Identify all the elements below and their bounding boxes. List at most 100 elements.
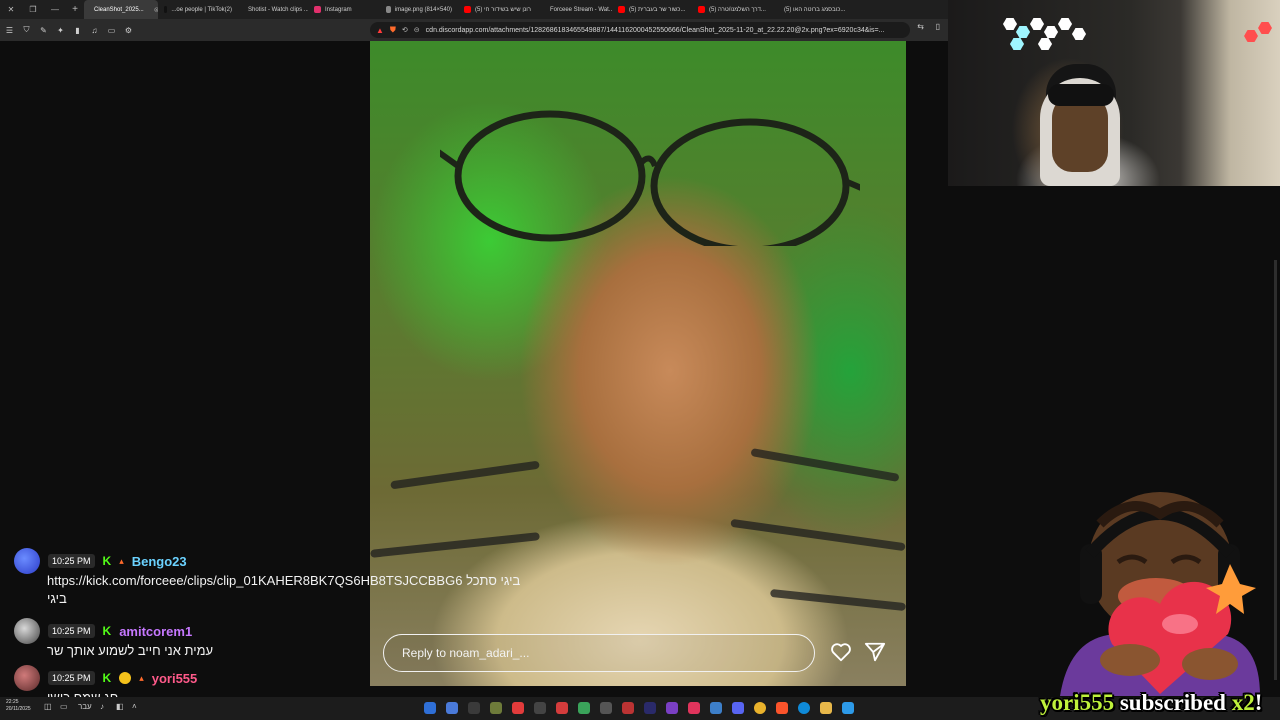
share-icon[interactable]: ⇆ <box>917 22 924 31</box>
glasses-graphic <box>440 110 860 246</box>
app-icon-19[interactable] <box>820 702 832 714</box>
kick-badge-icon: K <box>102 554 112 568</box>
chat-username[interactable]: amitcorem1 <box>119 624 192 639</box>
tab-label: (5) דרך השלמנו/טרה... <box>709 6 766 13</box>
app-icon-11[interactable] <box>644 702 656 714</box>
display-icon[interactable]: ▭ <box>60 702 68 711</box>
tab-favicon-icon <box>464 6 471 13</box>
browser-tab[interactable]: (5) רונן שיש בשידור חי <box>458 0 540 19</box>
gift-badge-icon <box>119 672 132 684</box>
like-heart-icon[interactable] <box>830 641 852 663</box>
app-icon-9[interactable] <box>600 702 612 714</box>
chat-message: 10:25 PM Kamitcorem1 עמית אני חייב לשמוע א… <box>14 618 214 658</box>
shield-icon[interactable]: ⛉ <box>19 23 34 38</box>
chat-scrollbar[interactable] <box>1274 260 1277 680</box>
tab-label: (5) כשור שר בעברית... <box>629 6 686 13</box>
address-bar[interactable]: ▲ ⛊ ⟲ ⊝ cdn.discordapp.com/attachments/1… <box>370 22 910 38</box>
app-icon-1[interactable] <box>424 702 436 714</box>
chat-timestamp: 10:25 PM <box>48 554 95 568</box>
browser-tab[interactable]: Shotist - Watch clips ... <box>238 0 308 19</box>
browser-tab[interactable]: (5) כובסמג ברוטה האו... <box>774 0 850 19</box>
app-icon-10[interactable] <box>622 702 634 714</box>
stream-screen: ✕ ❐ — + CleanShot_2025... ⊗ ...oe people |… <box>0 0 1280 720</box>
puzzle-icon[interactable]: ✦ <box>53 23 68 38</box>
tab-favicon-icon <box>698 6 705 13</box>
alert-action: subscribed <box>1119 690 1226 715</box>
tab-label: CleanShot_2025... <box>94 6 144 13</box>
volume-icon[interactable]: ◧ <box>116 702 124 711</box>
tab-label: (5) כובסמג ברוטה האו... <box>784 6 846 13</box>
kick-badge-icon: K <box>102 624 112 638</box>
minimize-window-icon[interactable]: — <box>44 5 66 14</box>
taskbar-clock[interactable]: 22:25 20/11/2025 <box>6 699 31 713</box>
url-text[interactable]: cdn.discordapp.com/attachments/128268618… <box>426 27 885 34</box>
app-icon-12[interactable] <box>666 702 678 714</box>
avatar[interactable] <box>14 548 40 574</box>
avatar[interactable] <box>14 618 40 644</box>
fire-badge-icon: ▴ <box>119 555 124 566</box>
browser-tab-bar: ✕ ❐ — + CleanShot_2025... ⊗ ...oe people |… <box>0 0 948 19</box>
app-icon-8[interactable] <box>578 702 590 714</box>
tab-label: (5) רונן שיש בשידור חי <box>475 6 531 13</box>
close-window-icon[interactable]: ✕ <box>0 5 22 14</box>
app-icon-3[interactable] <box>468 702 480 714</box>
tray-expand-icon[interactable]: ˄ <box>132 702 137 711</box>
app-icon-6[interactable] <box>534 702 546 714</box>
alert-multiplier: x2 <box>1231 690 1255 715</box>
restore-window-icon[interactable]: ❐ <box>22 5 44 14</box>
reply-input[interactable]: Reply to noam_adari_... <box>383 634 815 672</box>
chat-message-text: עמית אני חייב לשמוע אותך שר <box>47 643 214 658</box>
menu-icon[interactable]: ☰ <box>2 23 17 38</box>
app-icon-2[interactable] <box>446 702 458 714</box>
tab-label: Shotist - Watch clips ... <box>248 6 308 13</box>
webcam-feed <box>948 0 1280 186</box>
app-icon-20[interactable] <box>842 702 854 714</box>
lock-icon[interactable]: ⊝ <box>414 26 420 34</box>
warning-icon: ▲ <box>376 25 384 35</box>
notification-icon[interactable]: ◫ <box>44 702 52 711</box>
music-icon[interactable]: ♫ <box>87 23 102 38</box>
app-icon-4[interactable] <box>490 702 502 714</box>
send-icon[interactable] <box>864 641 886 663</box>
settings-icon[interactable]: ⚙ <box>121 23 136 38</box>
sidebar-icon[interactable]: ▮ <box>70 23 85 38</box>
app-icon-13[interactable] <box>688 702 700 714</box>
tab-label: Instagram <box>325 6 352 13</box>
chat-timestamp: 10:25 PM <box>48 671 95 685</box>
browser-toolbar: ☰ ⛉ ✎ ✦ ▮ ♫ ▭ ⚙ ▲ ⛊ ⟲ ⊝ cdn.discordapp.c… <box>0 19 948 41</box>
browser-tab[interactable]: (5) כשור שר בעברית... <box>612 0 692 19</box>
app-icon-16[interactable] <box>754 702 766 714</box>
subscription-alert: yori555 subscribed x2! <box>1040 690 1262 716</box>
alert-username: yori555 <box>1040 690 1115 715</box>
browser-tab[interactable]: Instagram <box>308 0 380 19</box>
app-icon-17[interactable] <box>776 702 788 714</box>
app-icon-15[interactable] <box>732 702 744 714</box>
new-tab-button[interactable]: + <box>66 4 84 15</box>
app-icon-18[interactable] <box>798 702 810 714</box>
chat-message-header: 10:25 PM Kamitcorem1 <box>14 618 213 644</box>
microphone-icon[interactable]: ♪ <box>100 702 104 711</box>
app-icon-7[interactable] <box>556 702 568 714</box>
chat-message-header: 10:25 PM K ▴ Bengo23 <box>14 548 520 574</box>
chat-username[interactable]: Bengo23 <box>132 554 187 569</box>
chat-username[interactable]: yori555 <box>152 671 198 686</box>
app-icon-5[interactable] <box>512 702 524 714</box>
language-indicator[interactable]: עבר <box>78 702 92 711</box>
avatar[interactable] <box>14 665 40 691</box>
chat-message-text: https://kick.com/forceee/clips/clip_01KA… <box>47 573 521 588</box>
tab-search-icon[interactable]: ▭ <box>104 23 119 38</box>
chat-message: 10:25 PM K ▴ Bengo23 https://kick.com/forcee… <box>14 548 521 606</box>
browser-tab[interactable]: CleanShot_2025... ⊗ <box>84 0 158 19</box>
brave-shield-icon[interactable]: ⛊ <box>390 25 396 35</box>
reload-icon[interactable]: ⟲ <box>402 26 408 34</box>
chat-timestamp: 10:25 PM <box>48 624 95 638</box>
browser-tab[interactable]: image.png (814×540) <box>380 0 458 19</box>
extension-icon[interactable]: ✎ <box>36 23 51 38</box>
browser-tab[interactable]: (5) דרך השלמנו/טרה... <box>692 0 774 19</box>
bookmark-icon[interactable]: ▯ <box>936 22 940 31</box>
browser-tab[interactable]: ...oe people | TikTok(2) <box>158 0 238 19</box>
heart-hug-emote <box>1060 492 1260 696</box>
browser-tab[interactable]: Forceee Stream - Wat... <box>540 0 612 19</box>
fire-badge-icon: ▴ <box>139 672 144 683</box>
app-icon-14[interactable] <box>710 702 722 714</box>
